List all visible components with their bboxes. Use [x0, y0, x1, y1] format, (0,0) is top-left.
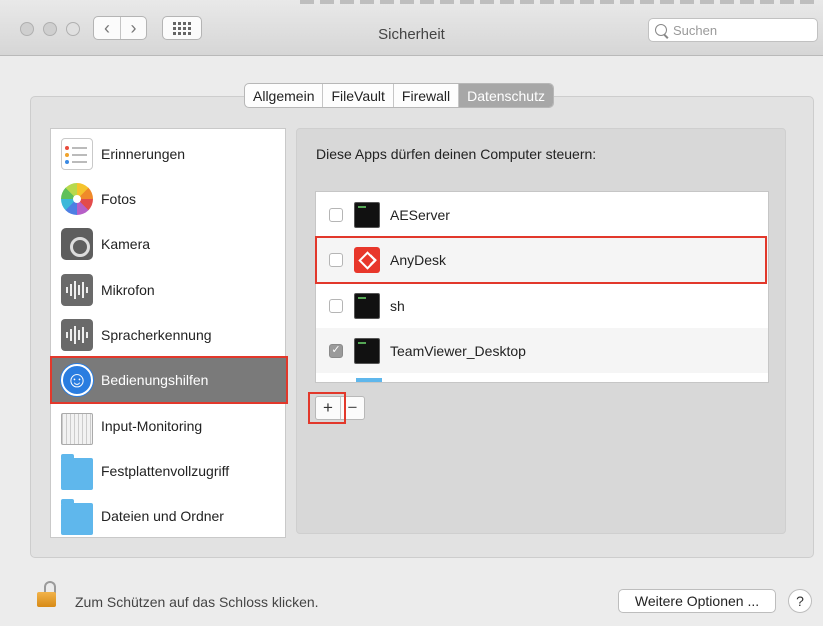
microphone-icon — [61, 274, 93, 306]
apps-panel-title: Diese Apps dürfen deinen Computer steuer… — [316, 146, 597, 162]
app-row-teamviewer[interactable]: ✓ TeamViewer_Desktop — [316, 328, 768, 373]
app-checkbox-aeserver[interactable] — [329, 207, 343, 222]
app-row-sh[interactable]: sh — [316, 283, 768, 328]
sidebar-item-label: Fotos — [101, 191, 137, 207]
title-bar: ‹ › Sicherheit — [0, 0, 823, 56]
keyboard-icon — [61, 413, 93, 445]
highlight-box-bedienungshilfen — [50, 356, 288, 404]
sidebar-item-dateien-und-ordner[interactable]: Dateien und Ordner — [51, 493, 287, 539]
sidebar-item-label: Mikrofon — [101, 282, 155, 298]
sidebar-item-festplattenvollzugriff[interactable]: Festplattenvollzugriff — [51, 448, 287, 494]
sidebar-item-label: Dateien und Ordner — [101, 508, 224, 524]
app-checkbox-sh[interactable] — [329, 298, 343, 313]
sidebar-item-erinnerungen[interactable]: Erinnerungen — [51, 131, 287, 177]
help-button[interactable]: ? — [788, 589, 812, 613]
app-name: AEServer — [390, 206, 450, 223]
sidebar-item-label: Festplattenvollzugriff — [101, 463, 230, 479]
terminal-app-icon — [354, 337, 380, 364]
app-row-aeserver[interactable]: AEServer — [316, 192, 768, 237]
sidebar-item-label: Input-Monitoring — [101, 418, 203, 434]
search-field[interactable] — [648, 18, 818, 42]
app-list: AEServer AnyDesk sh ✓ TeamViewer_Desktop — [315, 191, 769, 383]
photos-icon — [61, 183, 93, 215]
search-icon — [655, 24, 667, 36]
privacy-category-list: Erinnerungen Fotos Kamera Mikrofon Sprac… — [50, 128, 287, 539]
highlight-box-anydesk — [315, 236, 767, 284]
sidebar-item-spracherkennung[interactable]: Spracherkennung — [51, 312, 287, 358]
app-name: sh — [390, 297, 405, 314]
lock-hint-text: Zum Schützen auf das Schloss klicken. — [75, 594, 319, 610]
terminal-app-icon — [354, 201, 380, 228]
next-app-icon-partial — [356, 378, 382, 382]
tab-firewall[interactable]: Firewall — [392, 84, 458, 107]
background-window-edge — [300, 0, 820, 4]
search-input[interactable] — [673, 22, 813, 38]
camera-icon — [61, 228, 93, 260]
folder-icon — [61, 499, 93, 535]
sidebar-item-mikrofon[interactable]: Mikrofon — [51, 267, 287, 313]
app-checkbox-teamviewer[interactable]: ✓ — [329, 343, 343, 358]
sidebar-item-input-monitoring[interactable]: Input-Monitoring — [51, 403, 287, 449]
more-options-button[interactable]: Weitere Optionen ... — [618, 589, 776, 613]
speech-recognition-icon — [61, 319, 93, 351]
lock-icon[interactable] — [37, 581, 57, 607]
terminal-app-icon — [354, 292, 380, 319]
app-name: TeamViewer_Desktop — [390, 342, 526, 359]
tab-datenschutz[interactable]: Datenschutz — [458, 84, 553, 107]
folder-icon — [61, 454, 93, 490]
sidebar-item-label: Spracherkennung — [101, 327, 212, 343]
sidebar-item-label: Kamera — [101, 236, 151, 252]
highlight-box-add-button — [308, 392, 346, 424]
tab-bar: Allgemein FileVault Firewall Datenschutz — [244, 83, 554, 108]
sidebar-item-fotos[interactable]: Fotos — [51, 176, 287, 222]
reminders-icon — [61, 138, 93, 170]
sidebar-item-kamera[interactable]: Kamera — [51, 221, 287, 267]
tab-filevault[interactable]: FileVault — [322, 84, 392, 107]
tab-allgemein[interactable]: Allgemein — [245, 84, 322, 107]
sidebar-item-label: Erinnerungen — [101, 146, 186, 162]
